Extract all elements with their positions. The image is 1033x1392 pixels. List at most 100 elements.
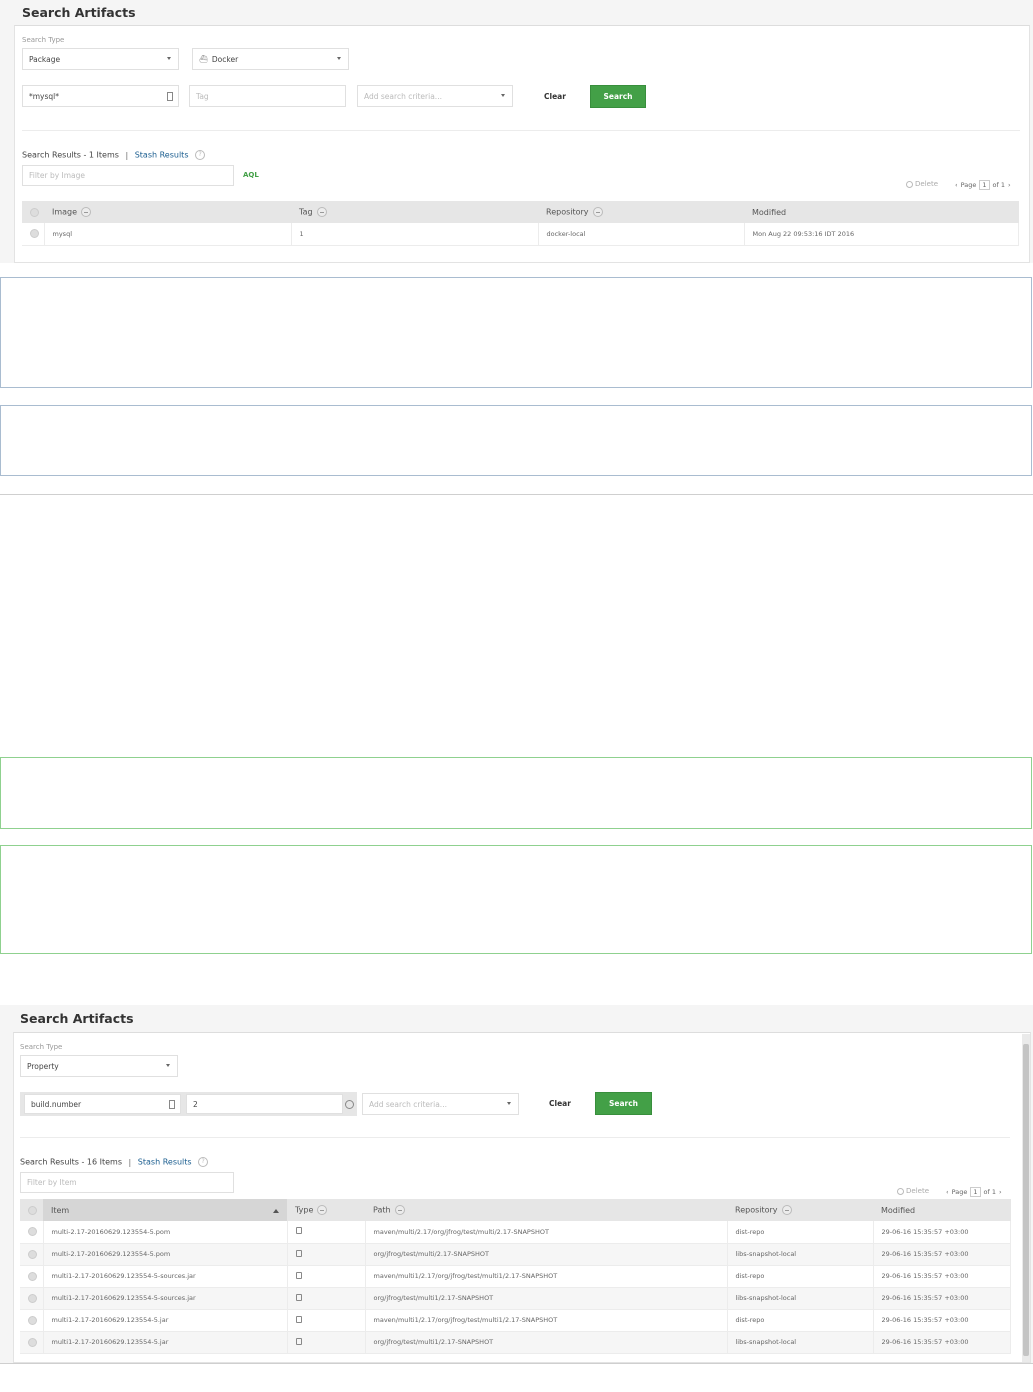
remove-criteria-icon[interactable] (345, 1100, 354, 1109)
clear-button[interactable]: Clear (544, 92, 566, 101)
cell-item[interactable]: multi1-2.17-20160629.123554-5.jar (43, 1309, 288, 1332)
sort-ascending-icon[interactable] (273, 1208, 279, 1213)
property-key-input[interactable]: build.number (24, 1094, 181, 1114)
cell-item[interactable]: multi-2.17-20160629.123554-5.pom (43, 1221, 288, 1244)
next-page-icon[interactable]: › (1008, 181, 1011, 189)
row-radio[interactable] (28, 1249, 37, 1259)
row-select[interactable] (20, 1309, 44, 1332)
column-options-icon[interactable] (592, 207, 603, 217)
results-table-1: Image Tag Repository Modified mysql 1 do… (22, 201, 1019, 246)
column-options-icon[interactable] (394, 1205, 405, 1215)
tag-input[interactable]: Tag (189, 85, 346, 107)
cell-image[interactable]: mysql (44, 223, 292, 246)
clear-button[interactable]: Clear (549, 1099, 571, 1108)
column-path[interactable]: Path (365, 1199, 727, 1221)
column-modified-label: Modified (881, 1205, 916, 1215)
row-radio[interactable] (28, 1315, 37, 1325)
page-number-input[interactable]: 1 (979, 180, 990, 190)
select-all-column[interactable] (22, 201, 44, 223)
file-icon (295, 1337, 302, 1345)
filter-input-placeholder: Filter by Item (27, 1178, 77, 1187)
stash-results-link[interactable]: Stash Results (138, 1158, 192, 1167)
table-row[interactable]: multi1-2.17-20160629.123554-5.jar maven/… (20, 1309, 1011, 1332)
row-radio[interactable] (30, 229, 39, 239)
column-repository[interactable]: Repository (538, 201, 744, 223)
select-all-radio[interactable] (30, 207, 39, 217)
package-type-select[interactable]: ⛴ Docker (192, 48, 349, 70)
column-item[interactable]: Item (43, 1199, 287, 1221)
package-type-value: Docker (211, 54, 239, 64)
add-criteria-select[interactable]: Add search criteria... (362, 1093, 519, 1115)
column-item-label: Item (51, 1205, 70, 1215)
results-separator: | (128, 1157, 132, 1167)
row-radio[interactable] (28, 1271, 37, 1281)
column-tag[interactable]: Tag (291, 201, 538, 223)
table-row[interactable]: multi1-2.17-20160629.123554-5-sources.ja… (20, 1287, 1011, 1310)
search-type-select[interactable]: Package (22, 48, 179, 70)
results-count: Search Results - 1 Items (22, 150, 119, 160)
property-value-input[interactable]: 2 (186, 1094, 343, 1114)
search-type-value: Package (29, 54, 61, 64)
row-select[interactable] (20, 1243, 44, 1266)
cell-item[interactable]: multi1-2.17-20160629.123554-5-sources.ja… (43, 1265, 288, 1288)
search-type-select[interactable]: Property (20, 1055, 178, 1077)
row-radio[interactable] (28, 1227, 37, 1237)
next-page-icon[interactable]: › (999, 1188, 1002, 1196)
search-type-label: Search Type (20, 1043, 63, 1051)
row-select[interactable] (20, 1265, 44, 1288)
column-type[interactable]: Type (287, 1199, 365, 1221)
search-button[interactable]: Search (590, 85, 646, 108)
filter-input[interactable]: Filter by Image (22, 165, 234, 186)
image-input[interactable]: *mysql* (22, 85, 179, 107)
column-options-icon[interactable] (81, 207, 92, 217)
stash-results-link[interactable]: Stash Results (135, 151, 189, 160)
row-select[interactable] (20, 1287, 44, 1310)
row-select[interactable] (22, 223, 45, 246)
cell-modified: 29-06-16 15:35:57 +03:00 (873, 1243, 1011, 1266)
filter-input[interactable]: Filter by Item (20, 1172, 234, 1193)
column-repository[interactable]: Repository (727, 1199, 873, 1221)
cell-type (287, 1265, 366, 1288)
chevron-down-icon (507, 1102, 511, 1105)
row-radio[interactable] (28, 1337, 37, 1347)
clipboard-icon[interactable] (167, 92, 173, 101)
cell-modified: 29-06-16 15:35:57 +03:00 (873, 1331, 1011, 1354)
table-row[interactable]: multi1-2.17-20160629.123554-5.jar org/jf… (20, 1331, 1011, 1354)
property-key-value: build.number (31, 1099, 82, 1109)
clipboard-icon[interactable] (169, 1100, 175, 1109)
column-image[interactable]: Image (44, 201, 291, 223)
cell-path: org/jfrog/test/multi1/2.17-SNAPSHOT (365, 1331, 728, 1354)
cell-item[interactable]: multi1-2.17-20160629.123554-5-sources.ja… (43, 1287, 288, 1310)
delete-action[interactable]: Delete (906, 180, 938, 188)
prev-page-icon[interactable]: ‹ (946, 1188, 949, 1196)
page-title: Search Artifacts (20, 1011, 134, 1026)
help-icon[interactable]: ? (198, 1157, 209, 1167)
column-options-icon[interactable] (316, 207, 327, 217)
file-icon (295, 1227, 302, 1235)
cell-item[interactable]: multi1-2.17-20160629.123554-5.jar (43, 1331, 288, 1354)
scrollbar-thumb[interactable] (1023, 1044, 1029, 1356)
prev-page-icon[interactable]: ‹ (955, 181, 958, 189)
cell-path: maven/multi1/2.17/org/jfrog/test/multi1/… (365, 1309, 728, 1332)
cell-item[interactable]: multi-2.17-20160629.123554-5.pom (43, 1243, 288, 1266)
aql-link[interactable]: AQL (243, 171, 259, 179)
search-button[interactable]: Search (595, 1092, 652, 1115)
column-modified[interactable]: Modified (744, 201, 1019, 223)
page-number-input[interactable]: 1 (970, 1187, 981, 1197)
table-row[interactable]: multi-2.17-20160629.123554-5.pom org/jfr… (20, 1243, 1011, 1266)
delete-action[interactable]: Delete (897, 1187, 929, 1195)
add-criteria-select[interactable]: Add search criteria... (357, 85, 513, 107)
row-radio[interactable] (28, 1293, 37, 1303)
table-row[interactable]: multi-2.17-20160629.123554-5.pom maven/m… (20, 1221, 1011, 1244)
column-options-icon[interactable] (781, 1205, 792, 1215)
column-options-icon[interactable] (317, 1205, 328, 1215)
select-all-radio[interactable] (28, 1205, 37, 1215)
row-select[interactable] (20, 1221, 44, 1244)
column-modified[interactable]: Modified (873, 1199, 1011, 1221)
table-row[interactable]: multi1-2.17-20160629.123554-5-sources.ja… (20, 1265, 1011, 1288)
table-row[interactable]: mysql 1 docker-local Mon Aug 22 09:53:16… (22, 223, 1019, 246)
select-all-column[interactable] (20, 1199, 43, 1221)
chevron-down-icon (501, 94, 505, 97)
row-select[interactable] (20, 1331, 44, 1354)
help-icon[interactable]: ? (195, 150, 206, 160)
